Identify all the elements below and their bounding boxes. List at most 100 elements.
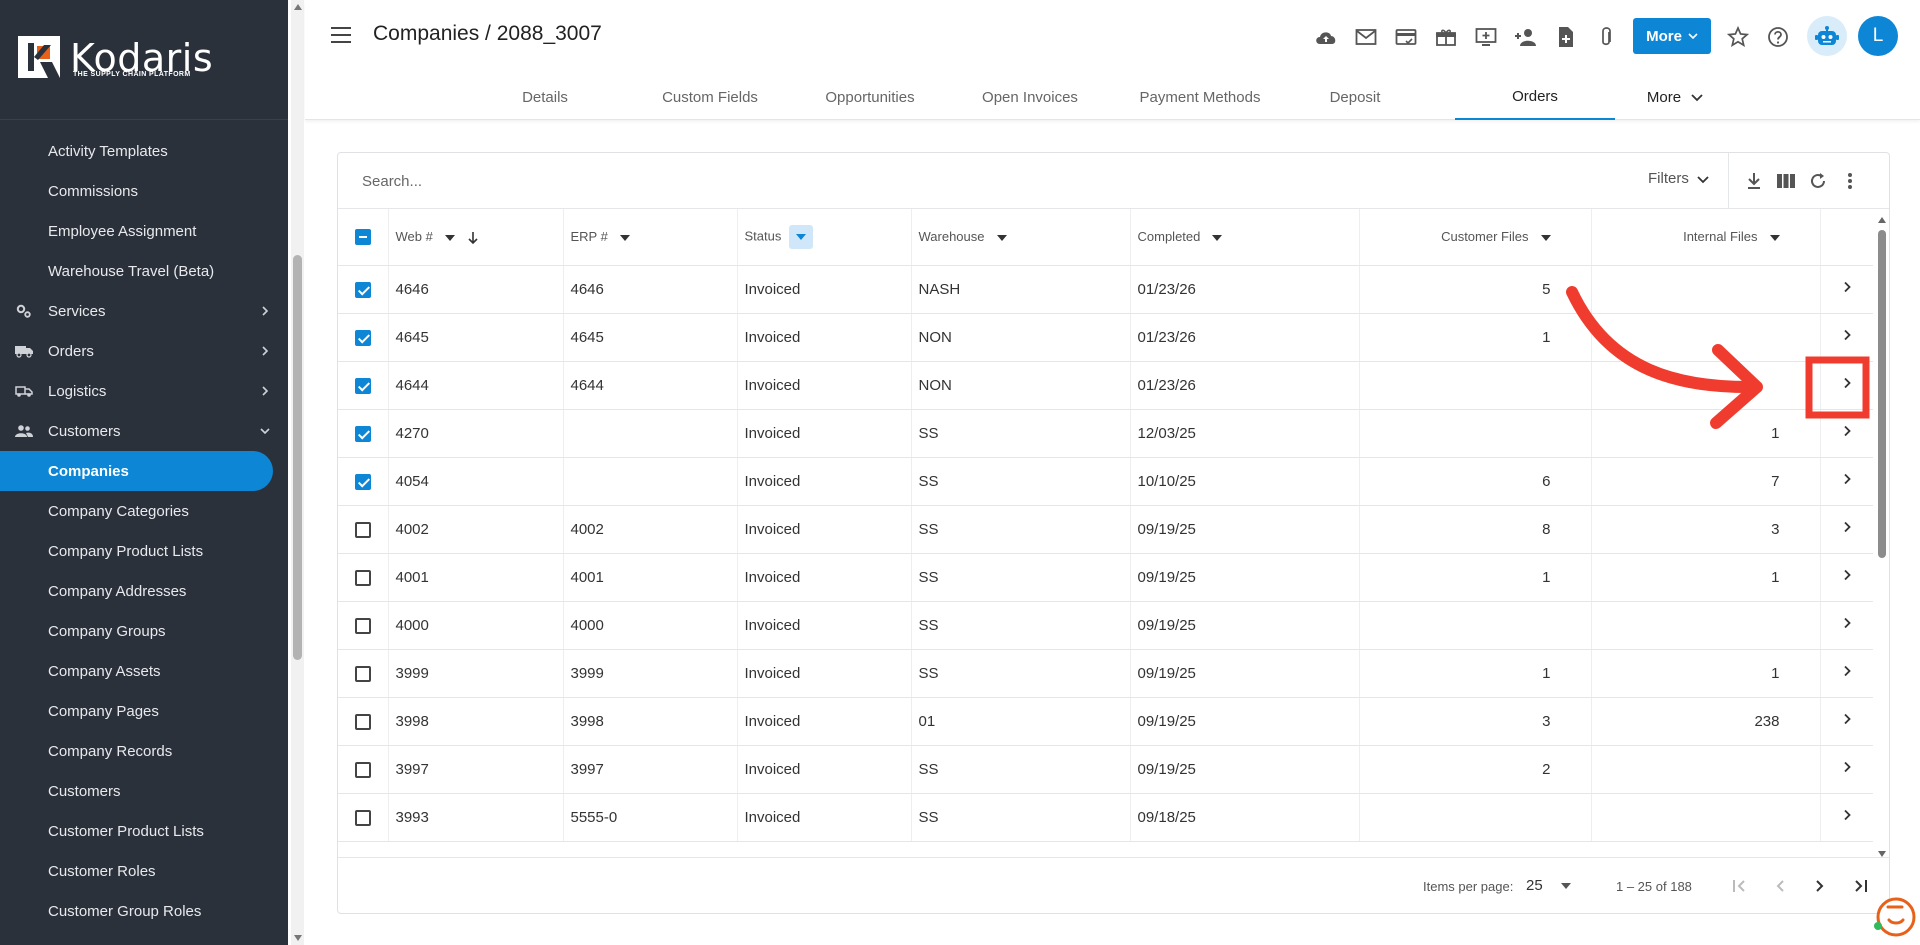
row-open-cell[interactable] <box>1820 361 1873 410</box>
sidebar-item-company-categories[interactable]: Company Categories <box>0 491 288 531</box>
sidebar-item-customer-product-lists[interactable]: Customer Product Lists <box>0 811 288 851</box>
row-open-cell[interactable] <box>1820 265 1873 314</box>
table-row[interactable]: 4054 Invoiced SS 10/10/25 6 7 <box>338 457 1873 506</box>
chevron-right-icon[interactable] <box>1840 808 1854 822</box>
chevron-right-icon[interactable] <box>1840 328 1854 342</box>
tab-payment-methods[interactable]: Payment Methods <box>1130 74 1270 120</box>
row-open-cell[interactable] <box>1820 697 1873 746</box>
caret-down-icon[interactable] <box>996 234 1007 241</box>
logo[interactable]: Kodaris THE SUPPLY CHAIN PLATFORM <box>0 0 288 120</box>
mail-icon[interactable] <box>1353 24 1379 50</box>
sidebar-item-customer-group-roles[interactable]: Customer Group Roles <box>0 891 288 931</box>
tab-custom-fields[interactable]: Custom Fields <box>650 74 770 120</box>
sidebar-item-employee-assignment[interactable]: Employee Assignment <box>0 211 288 251</box>
row-open-cell[interactable] <box>1820 793 1873 842</box>
tab-opportunities[interactable]: Opportunities <box>810 74 930 120</box>
table-row[interactable]: 4644 4644 Invoiced NON 01/23/26 <box>338 361 1873 410</box>
row-open-cell[interactable] <box>1820 313 1873 362</box>
chat-launcher[interactable] <box>1872 895 1916 939</box>
row-checkbox[interactable] <box>354 521 371 538</box>
refresh-icon[interactable] <box>1806 169 1830 193</box>
assistant-bot-button[interactable] <box>1807 16 1847 56</box>
tab-deposit[interactable]: Deposit <box>1305 74 1405 120</box>
table-row[interactable]: 3993 5555-0 Invoiced SS 09/18/25 <box>338 793 1873 842</box>
row-open-cell[interactable] <box>1820 649 1873 698</box>
caret-down-icon[interactable] <box>1212 234 1223 241</box>
add-document-icon[interactable] <box>1553 24 1579 50</box>
tab-orders[interactable]: Orders <box>1455 74 1615 120</box>
next-page-icon[interactable] <box>1808 874 1832 898</box>
attachment-icon[interactable] <box>1593 24 1619 50</box>
add-to-screen-icon[interactable] <box>1473 24 1499 50</box>
row-open-cell[interactable] <box>1820 505 1873 554</box>
sidebar-item-companies[interactable]: Companies <box>0 451 273 491</box>
row-checkbox[interactable] <box>354 329 371 346</box>
chevron-right-icon[interactable] <box>1840 712 1854 726</box>
table-row[interactable]: 4001 4001 Invoiced SS 09/19/25 1 1 <box>338 553 1873 602</box>
scrollbar-thumb[interactable] <box>1878 230 1886 558</box>
star-icon[interactable] <box>1725 24 1751 50</box>
first-page-icon[interactable] <box>1728 874 1752 898</box>
caret-down-icon[interactable] <box>619 234 630 241</box>
row-checkbox[interactable] <box>354 377 371 394</box>
row-checkbox[interactable] <box>354 665 371 682</box>
status-filter-button[interactable] <box>789 224 814 249</box>
table-row[interactable]: 4000 4000 Invoiced SS 09/19/25 <box>338 601 1873 650</box>
page-size-select[interactable]: 25 <box>1526 877 1571 894</box>
last-page-icon[interactable] <box>1848 874 1872 898</box>
sidebar-item-activity-templates[interactable]: Activity Templates <box>0 131 288 171</box>
search-input[interactable] <box>362 169 862 193</box>
add-person-icon[interactable] <box>1513 24 1539 50</box>
sidebar-item-customers[interactable]: Customers <box>0 411 288 451</box>
table-row[interactable]: 3998 3998 Invoiced 01 09/19/25 3 238 <box>338 697 1873 746</box>
row-checkbox[interactable] <box>354 761 371 778</box>
payment-card-icon[interactable] <box>1393 24 1419 50</box>
column-header-warehouse[interactable]: Warehouse <box>911 209 1131 266</box>
table-row[interactable]: 3999 3999 Invoiced SS 09/19/25 1 1 <box>338 649 1873 698</box>
column-header-web[interactable]: Web # <box>388 209 564 266</box>
caret-down-icon[interactable] <box>1769 234 1780 241</box>
chevron-right-icon[interactable] <box>1840 520 1854 534</box>
chevron-right-icon[interactable] <box>1840 472 1854 486</box>
row-checkbox[interactable] <box>354 473 371 490</box>
sidebar-item-company-addresses[interactable]: Company Addresses <box>0 571 288 611</box>
tab-open-invoices[interactable]: Open Invoices <box>970 74 1090 120</box>
row-open-cell[interactable] <box>1820 409 1873 458</box>
more-actions-button[interactable]: More <box>1633 18 1711 54</box>
download-icon[interactable] <box>1742 169 1766 193</box>
row-checkbox[interactable] <box>354 425 371 442</box>
sidebar-item-services[interactable]: Services <box>0 291 288 331</box>
chevron-right-icon[interactable] <box>1840 280 1854 294</box>
sidebar-scrollbar[interactable] <box>291 0 304 945</box>
row-open-cell[interactable] <box>1820 745 1873 794</box>
column-header-completed[interactable]: Completed <box>1130 209 1360 266</box>
filters-button[interactable]: Filters <box>1648 170 1709 187</box>
sidebar-item-company-groups[interactable]: Company Groups <box>0 611 288 651</box>
select-all-checkbox[interactable] <box>354 229 371 246</box>
sidebar-item-company-pages[interactable]: Company Pages <box>0 691 288 731</box>
column-header-customer-files[interactable]: Customer Files <box>1359 209 1592 266</box>
columns-icon[interactable] <box>1774 169 1798 193</box>
table-row[interactable]: 4646 4646 Invoiced NASH 01/23/26 5 <box>338 265 1873 314</box>
menu-icon[interactable] <box>331 27 351 43</box>
sidebar-item-customers-list[interactable]: Customers <box>0 771 288 811</box>
more-vert-icon[interactable] <box>1838 169 1862 193</box>
sidebar-item-company-product-lists[interactable]: Company Product Lists <box>0 531 288 571</box>
chevron-right-icon[interactable] <box>1840 616 1854 630</box>
sidebar-item-company-records[interactable]: Company Records <box>0 731 288 771</box>
scroll-up-arrow-icon[interactable] <box>294 4 302 10</box>
column-header-erp[interactable]: ERP # <box>563 209 738 266</box>
table-row[interactable]: 4270 Invoiced SS 12/03/25 1 <box>338 409 1873 458</box>
row-checkbox[interactable] <box>354 281 371 298</box>
sidebar-item-logistics[interactable]: Logistics <box>0 371 288 411</box>
tab-more[interactable]: More <box>1635 74 1715 120</box>
row-checkbox[interactable] <box>354 617 371 634</box>
row-checkbox[interactable] <box>354 569 371 586</box>
tab-details[interactable]: Details <box>490 74 600 120</box>
chevron-right-icon[interactable] <box>1840 424 1854 438</box>
scroll-down-arrow-icon[interactable] <box>294 935 302 941</box>
sidebar-item-commissions[interactable]: Commissions <box>0 171 288 211</box>
scroll-up-arrow-icon[interactable] <box>1878 217 1886 223</box>
chevron-right-icon[interactable] <box>1840 568 1854 582</box>
row-open-cell[interactable] <box>1820 553 1873 602</box>
